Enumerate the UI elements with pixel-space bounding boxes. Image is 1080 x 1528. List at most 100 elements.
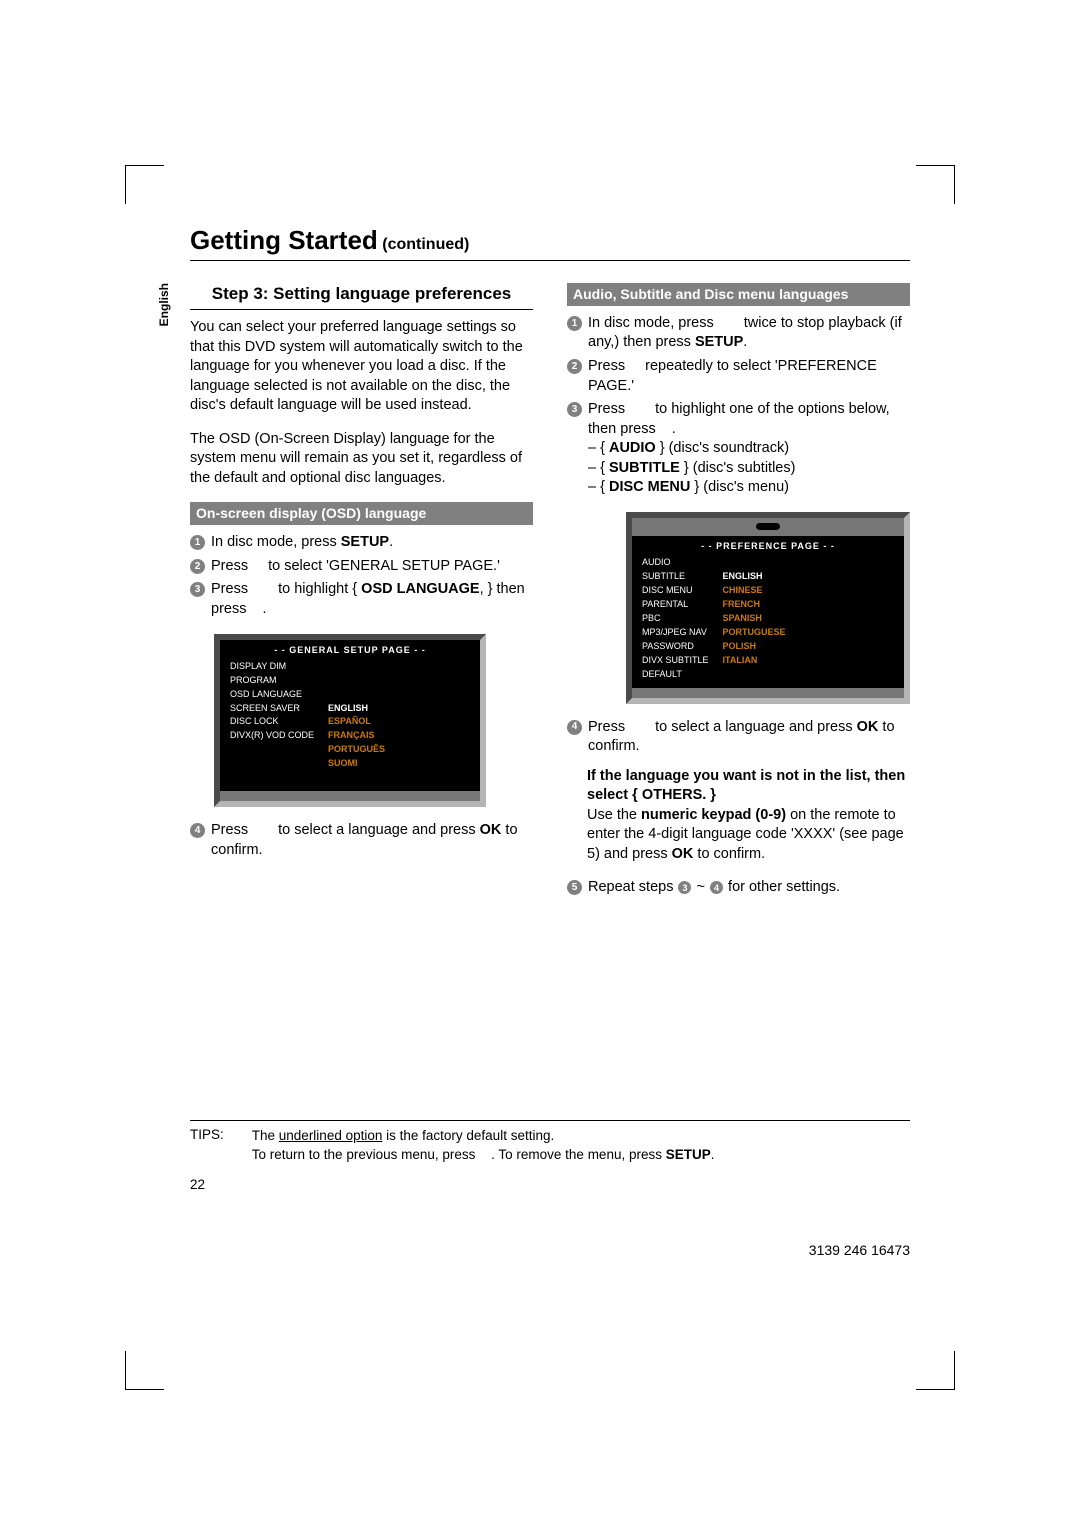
osd-step-1: 1 In disc mode, press SETUP. bbox=[190, 533, 533, 553]
bullet-2-icon: 2 bbox=[190, 559, 205, 574]
osd-s1-c: . bbox=[389, 534, 393, 550]
opt2-a: – { bbox=[588, 460, 609, 476]
osd-box-left-list: DISPLAY DIM PROGRAM OSD LANGUAGE SCREEN … bbox=[220, 660, 322, 791]
opt2-c: } (disc's subtitles) bbox=[680, 460, 796, 476]
bullet-1-icon: 1 bbox=[190, 535, 205, 550]
asd-s4-a: Press bbox=[588, 719, 629, 735]
bullet-r3-icon: 3 bbox=[567, 402, 582, 417]
note-f: to confirm. bbox=[693, 846, 765, 862]
asd-s2-b: repeatedly to select 'PREFERENCE PAGE.' bbox=[588, 358, 877, 394]
opt3-c: } (disc's menu) bbox=[690, 479, 789, 495]
asd-step-3: 3 Press to highlight one of the options … bbox=[567, 400, 910, 498]
asd-s1-a: In disc mode, press bbox=[588, 315, 718, 331]
osd-s2-b: to select 'GENERAL SETUP PAGE.' bbox=[264, 558, 500, 574]
osd-s3-c: OSD LANGUAGE bbox=[361, 581, 479, 597]
part-number: 3139 246 16473 bbox=[809, 1242, 910, 1258]
opt3-b: DISC MENU bbox=[609, 479, 690, 495]
bullet-4-icon: 4 bbox=[190, 823, 205, 838]
pref-box-head: - - PREFERENCE PAGE - - bbox=[632, 536, 904, 556]
others-note: If the language you want is not in the l… bbox=[587, 767, 910, 865]
page-title-cont: (continued) bbox=[382, 236, 469, 253]
asd-s3-c: . bbox=[672, 421, 676, 437]
bullet-r5-icon: 5 bbox=[567, 880, 582, 895]
note-c: numeric keypad (0-9) bbox=[641, 807, 786, 823]
asd-s3-a: Press bbox=[588, 401, 629, 417]
osd-general-setup-box: - - GENERAL SETUP PAGE - - DISPLAY DIM P… bbox=[214, 634, 486, 808]
osd-s1-a: In disc mode, press bbox=[211, 534, 341, 550]
osd-step-3: 3 Press to highlight { OSD LANGUAGE, } t… bbox=[190, 580, 533, 619]
bullet-r4-icon: 4 bbox=[567, 720, 582, 735]
opt3-a: – { bbox=[588, 479, 609, 495]
osd-box-foot bbox=[220, 791, 480, 801]
page-content: English Getting Started (continued) Step… bbox=[190, 225, 910, 1192]
osd-box-right-list: ENGLISH ESPAÑOL FRANÇAIS PORTUGUÊS SUOMI bbox=[322, 660, 391, 791]
osd-step-2: 2 Press to select 'GENERAL SETUP PAGE.' bbox=[190, 557, 533, 577]
note-b: Use the bbox=[587, 807, 641, 823]
osd-preference-box: - - PREFERENCE PAGE - - AUDIO SUBTITLE D… bbox=[626, 512, 910, 704]
tips-1c: is the factory default setting. bbox=[382, 1128, 554, 1143]
osd-s1-b: SETUP bbox=[341, 534, 389, 550]
pref-box-foot bbox=[632, 688, 904, 698]
asd-step-4: 4 Press to select a language and press O… bbox=[567, 718, 910, 757]
asd-step-1: 1 In disc mode, press twice to stop play… bbox=[567, 314, 910, 353]
intro-para-1: You can select your preferred language s… bbox=[190, 318, 533, 416]
pill-icon bbox=[756, 523, 780, 530]
tips-row: TIPS: The underlined option is the facto… bbox=[190, 1121, 910, 1165]
asd-s1-c: SETUP bbox=[695, 334, 743, 350]
tips-2c: SETUP bbox=[666, 1147, 711, 1162]
pref-box-right-list: ENGLISH CHINESE FRENCH SPANISH PORTUGUES… bbox=[717, 556, 792, 687]
note-e: OK bbox=[672, 846, 694, 862]
crop-mark-br bbox=[916, 1351, 955, 1390]
osd-step-4: 4 Press to select a language and press O… bbox=[190, 821, 533, 860]
asd-s3-b: to highlight one of the options below, t… bbox=[588, 401, 890, 437]
inline-bullet-3-icon: 3 bbox=[678, 881, 691, 894]
asd-step-5: 5 Repeat steps 3 ~ 4 for other settings. bbox=[567, 878, 910, 898]
asd-s5-a: Repeat steps bbox=[588, 879, 677, 895]
bullet-3-icon: 3 bbox=[190, 582, 205, 597]
asd-s1-d: . bbox=[743, 334, 747, 350]
asd-s4-b: to select a language and press bbox=[651, 719, 857, 735]
pref-box-left-list: AUDIO SUBTITLE DISC MENU PARENTAL PBC MP… bbox=[632, 556, 717, 687]
page-title: Getting Started bbox=[190, 225, 378, 255]
tips-body: The underlined option is the factory def… bbox=[252, 1127, 715, 1165]
opt1-b: AUDIO bbox=[609, 440, 656, 456]
pref-box-top bbox=[632, 518, 904, 536]
opt1-a: – { bbox=[588, 440, 609, 456]
asd-step-2: 2 Press repeatedly to select 'PREFERENCE… bbox=[567, 357, 910, 396]
bullet-r2-icon: 2 bbox=[567, 359, 582, 374]
language-tab: English bbox=[157, 283, 171, 326]
osd-s3-a: Press bbox=[211, 581, 252, 597]
tips-label: TIPS: bbox=[190, 1127, 224, 1165]
tips-2d: . bbox=[711, 1147, 715, 1162]
opt2-b: SUBTITLE bbox=[609, 460, 680, 476]
tips-2b: . To remove the menu, press bbox=[491, 1147, 666, 1162]
tips-2a: To return to the previous menu, press bbox=[252, 1147, 479, 1162]
left-column: Step 3: Setting language preferences You… bbox=[190, 283, 533, 902]
bullet-r1-icon: 1 bbox=[567, 316, 582, 331]
asd-s4-c: OK bbox=[857, 719, 879, 735]
tips-1a: The bbox=[252, 1128, 279, 1143]
asd-s5-b: ~ bbox=[692, 879, 709, 895]
osd-heading-bar: On-screen display (OSD) language bbox=[190, 502, 533, 525]
note-a: If the language you want is not in the l… bbox=[587, 768, 905, 804]
osd-box-head: - - GENERAL SETUP PAGE - - bbox=[220, 640, 480, 660]
tips-1b: underlined option bbox=[279, 1128, 383, 1143]
step-heading: Step 3: Setting language preferences bbox=[190, 283, 533, 310]
osd-s4-c: OK bbox=[480, 822, 502, 838]
crop-mark-bl bbox=[125, 1351, 164, 1390]
crop-mark-tr bbox=[916, 165, 955, 204]
osd-s4-b: to select a language and press bbox=[274, 822, 480, 838]
intro-para-2: The OSD (On-Screen Display) language for… bbox=[190, 430, 533, 489]
asd-heading-bar: Audio, Subtitle and Disc menu languages bbox=[567, 283, 910, 306]
asd-s5-c: for other settings. bbox=[724, 879, 840, 895]
inline-bullet-4-icon: 4 bbox=[710, 881, 723, 894]
osd-s3-b: to highlight { bbox=[274, 581, 361, 597]
page-number: 22 bbox=[190, 1177, 910, 1192]
right-column: Audio, Subtitle and Disc menu languages … bbox=[567, 283, 910, 902]
osd-s4-a: Press bbox=[211, 822, 252, 838]
crop-mark-tl bbox=[125, 165, 164, 204]
asd-s2-a: Press bbox=[588, 358, 629, 374]
osd-s2-a: Press bbox=[211, 558, 252, 574]
osd-s3-e: . bbox=[263, 601, 267, 617]
page-title-row: Getting Started (continued) bbox=[190, 225, 910, 261]
